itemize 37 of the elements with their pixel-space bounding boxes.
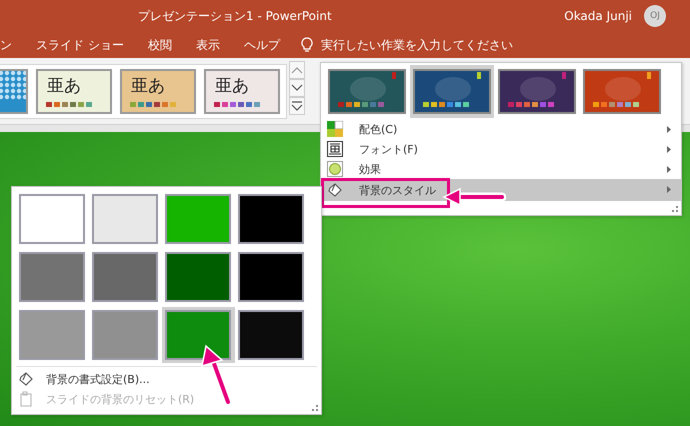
theme-thumbnail[interactable]: 亜あ xyxy=(120,69,196,114)
effects-icon xyxy=(327,161,343,177)
sample-text: 亜あ xyxy=(131,75,165,97)
sample-text: 亜あ xyxy=(47,75,81,97)
more-button[interactable] xyxy=(289,97,305,115)
menu-item[interactable]: フォント(F) xyxy=(321,139,681,159)
menu-item[interactable]: 効果 xyxy=(321,159,681,179)
submenu-arrow-icon xyxy=(667,146,671,153)
chevron-up-icon xyxy=(291,66,303,74)
menu-item[interactable]: 配色(C) xyxy=(321,119,681,139)
window-title: プレゼンテーション1 - PowerPoint xyxy=(138,8,333,24)
ribbon-tab[interactable]: スライド ショー xyxy=(27,33,133,57)
paint-bucket-icon xyxy=(327,182,343,198)
submenu-arrow-icon xyxy=(667,166,671,173)
lightbulb-icon xyxy=(300,37,313,53)
paint-bucket-icon xyxy=(18,371,34,387)
menu-item[interactable]: 背景の書式設定(B)... xyxy=(16,369,317,389)
theme-thumbnail[interactable]: 亜あ xyxy=(36,69,112,114)
font-icon xyxy=(327,141,343,157)
ribbon-tab[interactable]: 表示 xyxy=(186,33,229,57)
sample-text: 亜あ xyxy=(215,75,249,97)
expand-icon xyxy=(291,100,303,112)
theme-thumbnail[interactable] xyxy=(0,69,28,114)
chevron-down-icon xyxy=(291,84,303,92)
user-name[interactable]: Okada Junji xyxy=(564,9,632,23)
ribbon-tab[interactable]: 校閲 xyxy=(138,33,181,57)
resize-grip-icon[interactable] xyxy=(312,405,318,411)
ribbon-tab[interactable]: ヘルプ xyxy=(234,33,289,57)
color-scheme-icon xyxy=(327,121,343,137)
reset-background-icon xyxy=(18,391,34,407)
scroll-down-button[interactable] xyxy=(289,79,305,97)
tell-me-field[interactable]: 実行したい作業を入力してください xyxy=(300,37,531,53)
resize-grip-icon[interactable] xyxy=(672,206,678,212)
theme-thumbnail[interactable]: 亜あ xyxy=(204,69,280,114)
ribbon-tab[interactable]: ン xyxy=(0,33,21,57)
submenu-arrow-icon xyxy=(667,186,671,193)
submenu-arrow-icon xyxy=(667,126,671,133)
